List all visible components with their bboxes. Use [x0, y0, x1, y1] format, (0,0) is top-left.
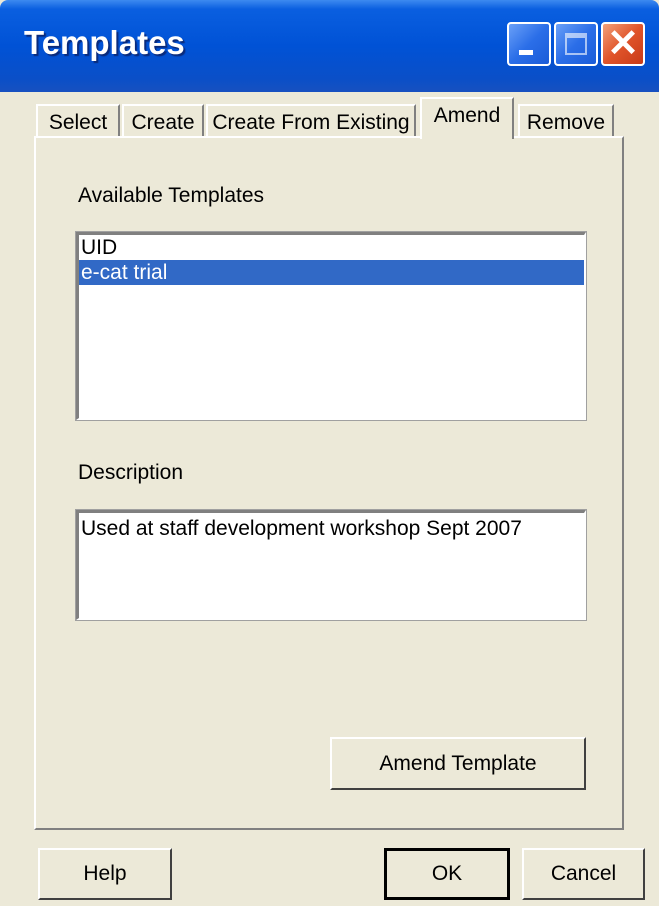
description-value: Used at staff development workshop Sept … — [81, 517, 522, 540]
help-button[interactable]: Help — [38, 848, 172, 900]
templates-listbox[interactable]: UID e-cat trial — [75, 231, 587, 421]
available-templates-label: Available Templates — [78, 184, 265, 207]
title-bar[interactable]: Templates ✕ — [0, 0, 659, 92]
description-field[interactable]: Used at staff development workshop Sept … — [75, 509, 587, 621]
window-title: Templates — [24, 24, 185, 61]
close-icon: ✕ — [607, 23, 639, 65]
close-button[interactable]: ✕ — [601, 22, 645, 66]
template-name: e-cat trial — [81, 261, 168, 284]
cancel-button[interactable]: Cancel — [522, 848, 645, 900]
template-name: UID — [81, 236, 118, 259]
tab-select[interactable]: Select — [36, 104, 120, 140]
tab-create-from-existing[interactable]: Create From Existing — [206, 104, 416, 140]
tab-create[interactable]: Create — [122, 104, 204, 140]
maximize-button[interactable] — [554, 22, 598, 66]
minimize-icon — [519, 50, 533, 55]
maximize-icon — [565, 33, 587, 55]
amend-template-button[interactable]: Amend Template — [330, 737, 586, 790]
list-item[interactable]: e-cat trial — [79, 260, 584, 285]
tab-amend[interactable]: Amend — [420, 97, 514, 139]
list-item[interactable]: UID — [79, 235, 584, 260]
description-label: Description — [78, 461, 184, 484]
ok-button[interactable]: OK — [384, 848, 510, 900]
minimize-button[interactable] — [507, 22, 551, 66]
templates-dialog: Templates ✕ Select Create Create From Ex… — [0, 0, 659, 906]
amend-panel: Available Templates UID e-cat trial Desc… — [34, 136, 624, 830]
tab-remove[interactable]: Remove — [518, 104, 614, 140]
